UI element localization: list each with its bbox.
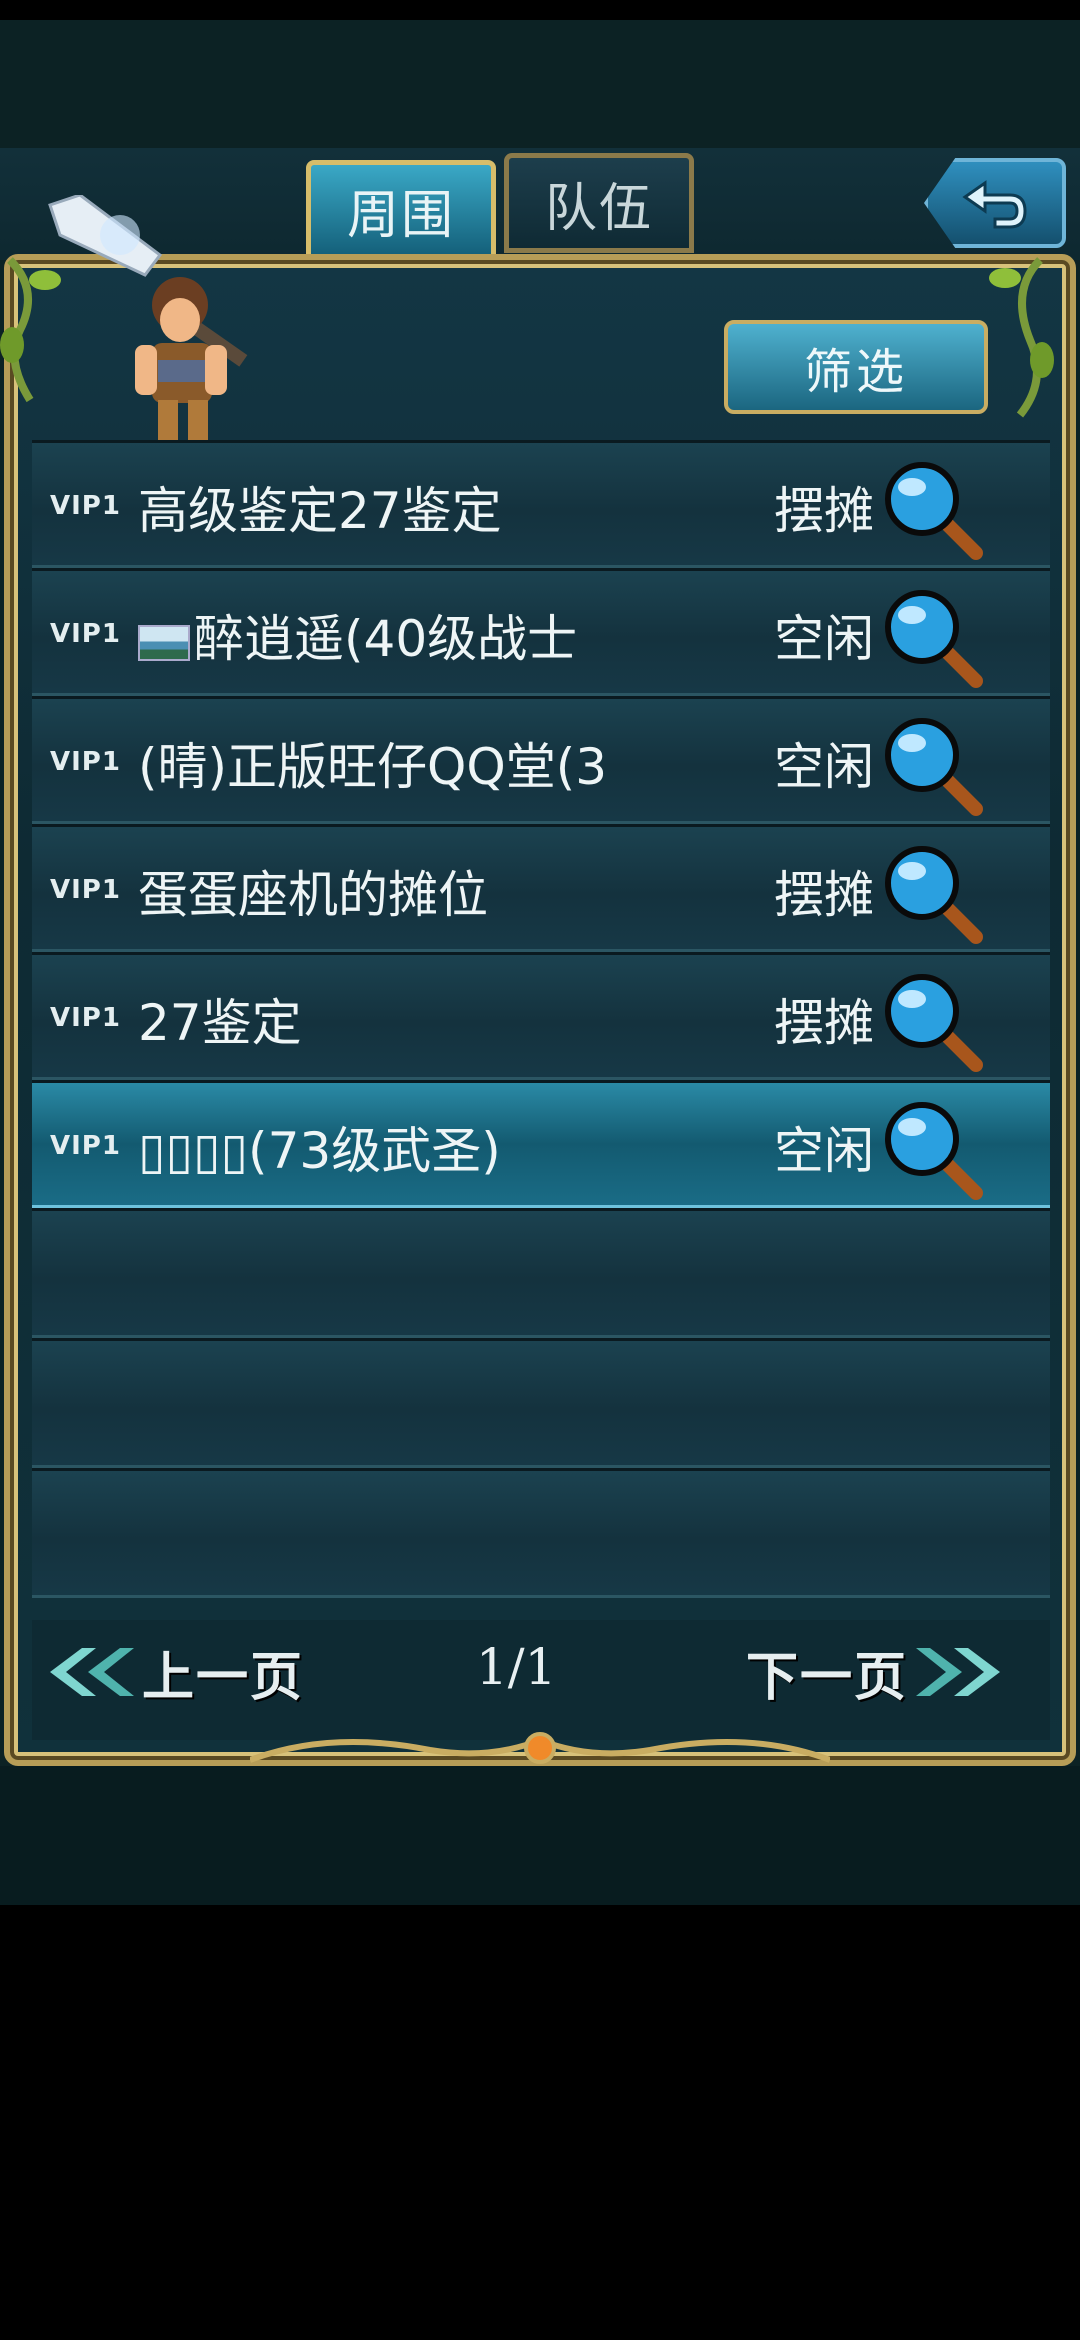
tab-nearby[interactable]: 周围 — [306, 160, 496, 260]
magnifier-icon[interactable] — [880, 969, 990, 1075]
player-name: 27鉴定 — [138, 994, 302, 1052]
player-row[interactable]: VIP1 蛋蛋座机的摊位 摆摊 — [32, 824, 1050, 952]
vine-ornament-right — [989, 257, 1054, 418]
letterbox-bottom — [0, 1905, 1080, 2340]
vip-badge: VIP1 — [50, 747, 121, 777]
player-row[interactable]: VIP1 高级鉴定27鉴定 摆摊 — [32, 440, 1050, 568]
vip-badge: VIP1 — [50, 619, 121, 649]
frame-bottom-ornament — [250, 1732, 830, 1764]
filter-button[interactable]: 筛选 — [724, 320, 988, 414]
player-name: 蛋蛋座机的摊位 — [138, 866, 488, 924]
player-row[interactable]: VIP1 (晴)正版旺仔QQ堂(3 空闲 — [32, 696, 1050, 824]
magnifier-icon[interactable] — [880, 713, 990, 819]
player-row[interactable]: VIP1 醉逍遥(40级战士 空闲 — [32, 568, 1050, 696]
player-status: 摆摊 — [774, 994, 874, 1052]
prev-page-label: 上一页 — [142, 1647, 305, 1708]
vip-badge: VIP1 — [50, 1131, 121, 1161]
player-list: VIP1 高级鉴定27鉴定 摆摊 VIP1 醉逍遥(40级战士 空闲 VIP1 … — [32, 440, 1050, 1598]
double-chevron-left-icon — [50, 1648, 134, 1696]
magnifier-icon[interactable] — [880, 457, 990, 563]
player-row-selected[interactable]: VIP1 ▯▯▯▯(73级武圣) 空闲 — [32, 1080, 1050, 1208]
vip-badge: VIP1 — [50, 491, 121, 521]
vip-badge: VIP1 — [50, 875, 121, 905]
player-status: 摆摊 — [774, 866, 874, 924]
player-name: (晴)正版旺仔QQ堂(3 — [138, 738, 608, 796]
empty-row — [32, 1468, 1050, 1598]
hero-sprite — [48, 195, 248, 464]
back-arrow-icon — [962, 180, 1027, 229]
next-page-label: 下一页 — [746, 1647, 909, 1708]
magnifier-icon[interactable] — [880, 1097, 990, 1203]
player-name: 醉逍遥(40级战士 — [138, 599, 658, 671]
tab-team[interactable]: 队伍 — [504, 153, 694, 253]
player-name: ▯▯▯▯(73级武圣) — [138, 1122, 501, 1180]
player-row[interactable]: VIP1 27鉴定 摆摊 — [32, 952, 1050, 1080]
player-status: 摆摊 — [774, 482, 874, 540]
player-status: 空闲 — [774, 610, 874, 668]
player-name-text: 醉逍遥(40级战士 — [194, 610, 578, 668]
player-status: 空闲 — [774, 738, 874, 796]
double-chevron-right-icon — [916, 1648, 1001, 1696]
bottom-band — [0, 1766, 1080, 1906]
status-bar — [0, 0, 1080, 20]
magnifier-icon[interactable] — [880, 585, 990, 691]
player-name: 高级鉴定27鉴定 — [138, 482, 502, 540]
magnifier-icon[interactable] — [880, 841, 990, 947]
vip-badge: VIP1 — [50, 1003, 121, 1033]
empty-row — [32, 1208, 1050, 1338]
page-indicator: 1/1 — [476, 1638, 557, 1696]
guild-flag-icon — [138, 624, 190, 661]
prev-page-button[interactable]: 上一页 — [42, 1632, 304, 1712]
next-page-button[interactable]: 下一页 — [746, 1632, 1008, 1712]
player-status: 空闲 — [774, 1122, 874, 1180]
empty-row — [32, 1338, 1050, 1468]
